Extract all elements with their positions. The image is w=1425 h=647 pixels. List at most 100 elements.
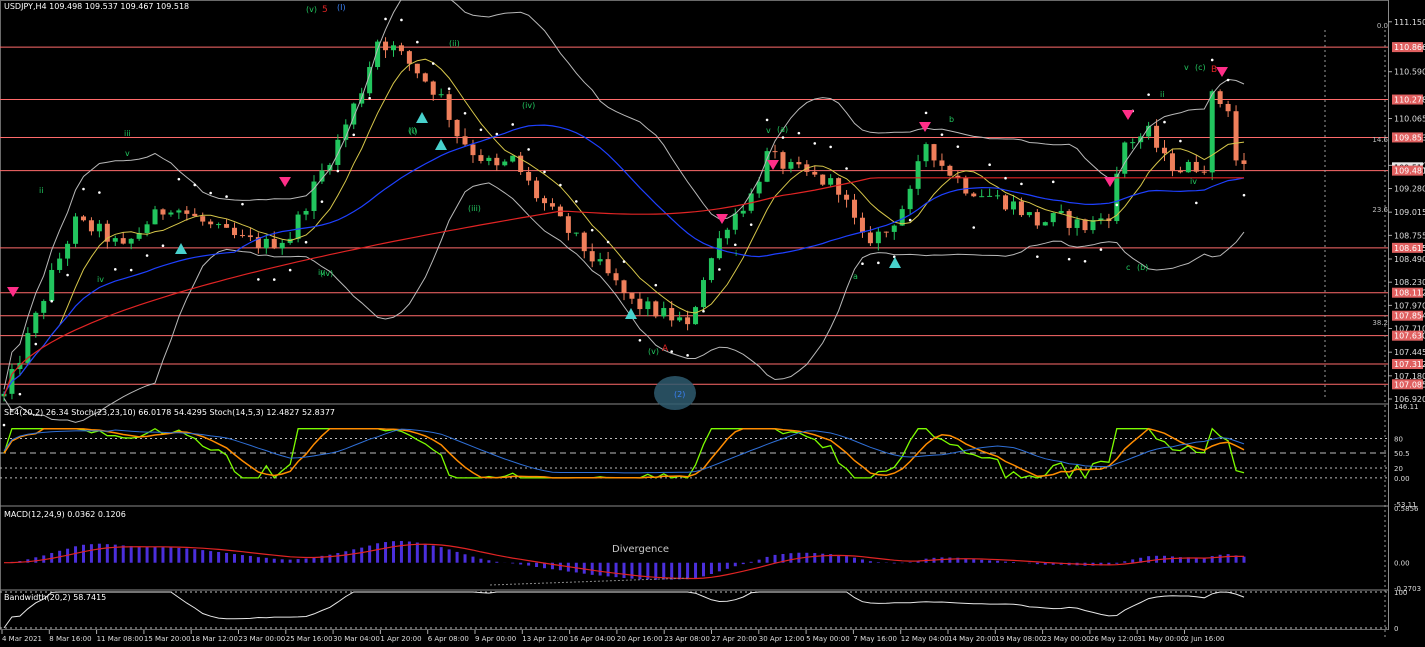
wave-label: (I) [337,3,346,12]
candle-body [915,161,921,189]
candle-body [144,224,150,233]
x-tick-label: 1 Apr 20:00 [380,635,421,643]
candle-body [708,258,714,281]
psar-dot [82,187,85,191]
candle-body [573,232,579,234]
candle-body [1058,210,1064,214]
candle-body [836,178,842,195]
price-label: 109.481 [1394,167,1425,176]
wave-label: v [766,126,771,135]
candle-body [661,308,667,317]
fib-label: 14.6 [1372,136,1388,144]
down-arrow-icon [279,177,291,187]
psar-dot [98,191,101,194]
candle-body [756,181,762,194]
psar-dot [1242,193,1246,197]
psar-dot [622,260,626,263]
candle-body [971,193,977,197]
stoch-tick-label: 146.11 [1394,403,1419,411]
x-tick-label: 4 Mar 2021 [2,635,42,643]
x-tick-label: 23 Apr 08:00 [664,635,710,643]
candle-body [168,212,174,215]
candle-body [693,307,699,325]
x-tick-label: 20 Apr 16:00 [617,635,663,643]
candle-body [613,273,619,281]
psar-dot [765,118,769,122]
x-tick-label: 2 Jun 16:00 [1185,635,1225,643]
wave-label: (iv) [320,269,333,278]
candle-body [88,220,94,232]
x-tick-label: 16 Apr 04:00 [570,635,616,643]
candle-body [534,180,540,199]
psar-dot [908,218,912,222]
candle-body [1233,111,1239,161]
price-tick-label: 110.590 [1394,68,1425,77]
x-tick-label: 23 Mar 00:00 [239,635,286,643]
candle-body [247,235,253,238]
ma-fast [3,58,1245,395]
psar-dot [559,183,562,187]
wave-label: (2) [674,390,685,399]
x-tick-label: 31 May 00:00 [1137,635,1185,643]
candle-body [875,231,881,244]
wave-label: 5 [322,5,328,15]
psar-dot [749,223,753,226]
x-tick-label: 6 Apr 08:00 [428,635,469,643]
price-label: 107.312 [1394,360,1425,369]
psar-dot [1036,255,1039,258]
psar-dot [797,131,801,135]
candle-body [65,243,71,259]
wave-label: (i) [408,126,416,135]
up-arrow-icon [435,139,447,150]
psar-dot [257,278,260,281]
psar-dot [956,145,960,148]
candle-body [963,177,969,194]
candle-body [33,312,39,334]
stoch-tick-label: 0.00 [1394,475,1410,483]
psar-dot [431,62,435,65]
candle-body [41,301,47,313]
price-tick-label: 108.490 [1394,255,1425,264]
ma-mid [3,124,1245,395]
candle-body [383,41,389,51]
candle-body [57,258,63,270]
psar-dot [718,268,721,271]
price-label: 110.278 [1394,96,1425,105]
candle-body [669,308,675,321]
candle-body [605,259,611,274]
psar-dot [972,226,976,229]
fib-label: 0.0 [1377,22,1388,30]
price-tick-label: 109.015 [1394,208,1425,217]
psar-dot [320,200,324,203]
psar-dot [304,240,308,244]
price-label: 107.630 [1394,332,1425,341]
psar-dot [177,177,181,181]
psar-dot [940,133,944,136]
candle-body [589,251,595,262]
psar-dot [1004,176,1007,180]
psar-dot [670,350,673,353]
candle-body [1201,171,1207,173]
candle-body [1217,91,1223,104]
candle-body [1018,201,1024,216]
psar-dots [2,17,1246,427]
wave-label: v [1184,63,1189,72]
candle-body [788,162,794,169]
candle-body [629,292,635,299]
trading-chart[interactable]: 111.150110.590110.065109.540109.280109.0… [0,0,1425,647]
up-arrow-icon [416,112,428,123]
psar-dot [50,299,53,303]
psar-dot [861,262,864,266]
candle-body [653,301,659,317]
psar-dot [606,240,610,244]
psar-dot [527,148,530,151]
psar-dot [702,309,705,313]
candle-body [1026,212,1032,216]
bollinger-upper [3,0,1245,390]
candle-body [1209,91,1215,173]
candle-body [1130,142,1136,144]
psar-dot [400,18,403,22]
x-tick-label: 27 Apr 20:00 [712,635,758,643]
fib-label: 38.2 [1372,319,1388,327]
price-tick-label: 111.150 [1394,18,1425,27]
